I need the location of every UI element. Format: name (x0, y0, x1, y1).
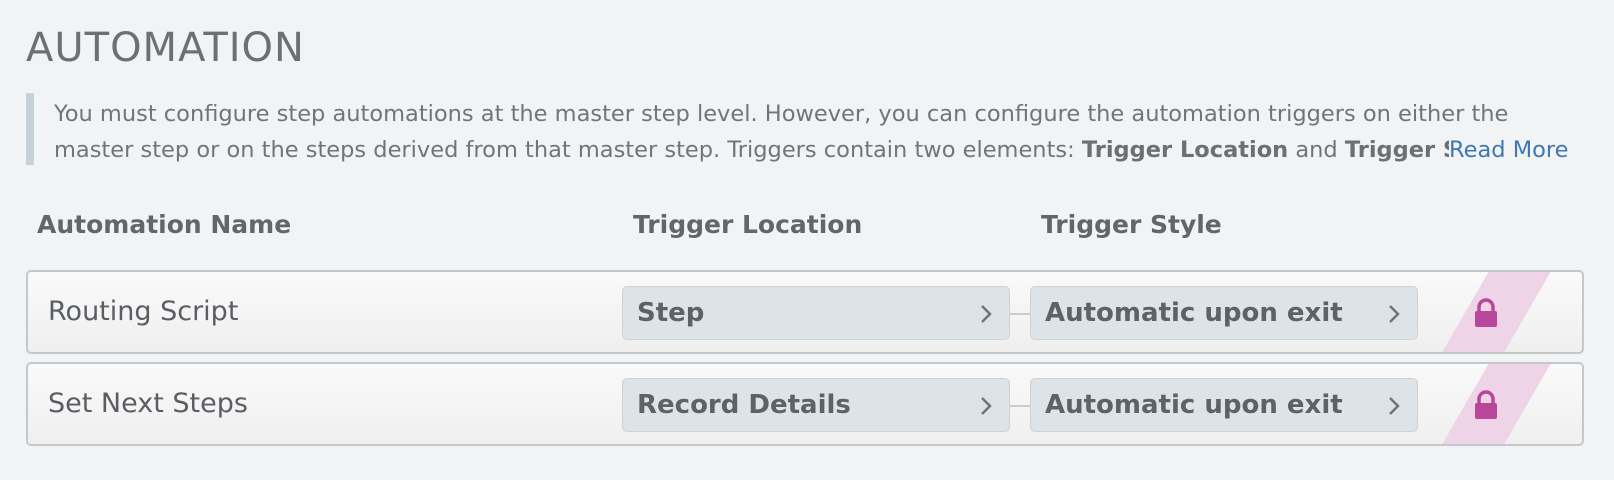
chevron-right-icon (1389, 397, 1400, 415)
lock-icon (1475, 390, 1497, 419)
row-connector (1010, 313, 1030, 315)
info-callout: You must configure step automations at t… (26, 93, 1586, 165)
column-header-trigger-style: Trigger Style (1041, 210, 1222, 239)
trigger-location-select[interactable]: Record Details (622, 378, 1010, 432)
automation-section: AUTOMATION You must configure step autom… (26, 0, 1586, 480)
trigger-style-select[interactable]: Automatic upon exit (1030, 378, 1418, 432)
info-text-prefix: master step or on the steps derived from… (54, 137, 1082, 163)
info-text-mid: and (1288, 137, 1345, 163)
section-title: AUTOMATION (26, 25, 305, 71)
read-more-link[interactable]: Read More (1449, 132, 1568, 165)
row-connector (1010, 405, 1030, 407)
info-bold-trigger-style: Trigger Style (1344, 137, 1449, 163)
automation-name: Set Next Steps (48, 388, 248, 419)
automation-row[interactable]: Set Next Steps Record Details Automatic … (26, 362, 1584, 446)
info-text-line1: You must configure step automations at t… (54, 101, 1509, 127)
info-text-line2: master step or on the steps derived from… (54, 132, 1586, 165)
automation-name: Routing Script (48, 296, 239, 327)
info-text-truncated: master step or on the steps derived from… (54, 132, 1449, 165)
trigger-style-value: Automatic upon exit (1045, 298, 1343, 328)
chevron-right-icon (981, 305, 992, 323)
trigger-location-value: Record Details (637, 390, 851, 420)
trigger-location-value: Step (637, 298, 705, 328)
column-header-trigger-location: Trigger Location (633, 210, 863, 239)
column-header-automation-name: Automation Name (37, 210, 292, 239)
automation-row[interactable]: Routing Script Step Automatic upon exit (26, 270, 1584, 354)
trigger-style-select[interactable]: Automatic upon exit (1030, 286, 1418, 340)
trigger-location-select[interactable]: Step (622, 286, 1010, 340)
chevron-right-icon (1389, 305, 1400, 323)
chevron-right-icon (981, 397, 992, 415)
trigger-style-value: Automatic upon exit (1045, 390, 1343, 420)
lock-icon (1475, 298, 1497, 327)
info-bold-trigger-location: Trigger Location (1081, 137, 1289, 163)
